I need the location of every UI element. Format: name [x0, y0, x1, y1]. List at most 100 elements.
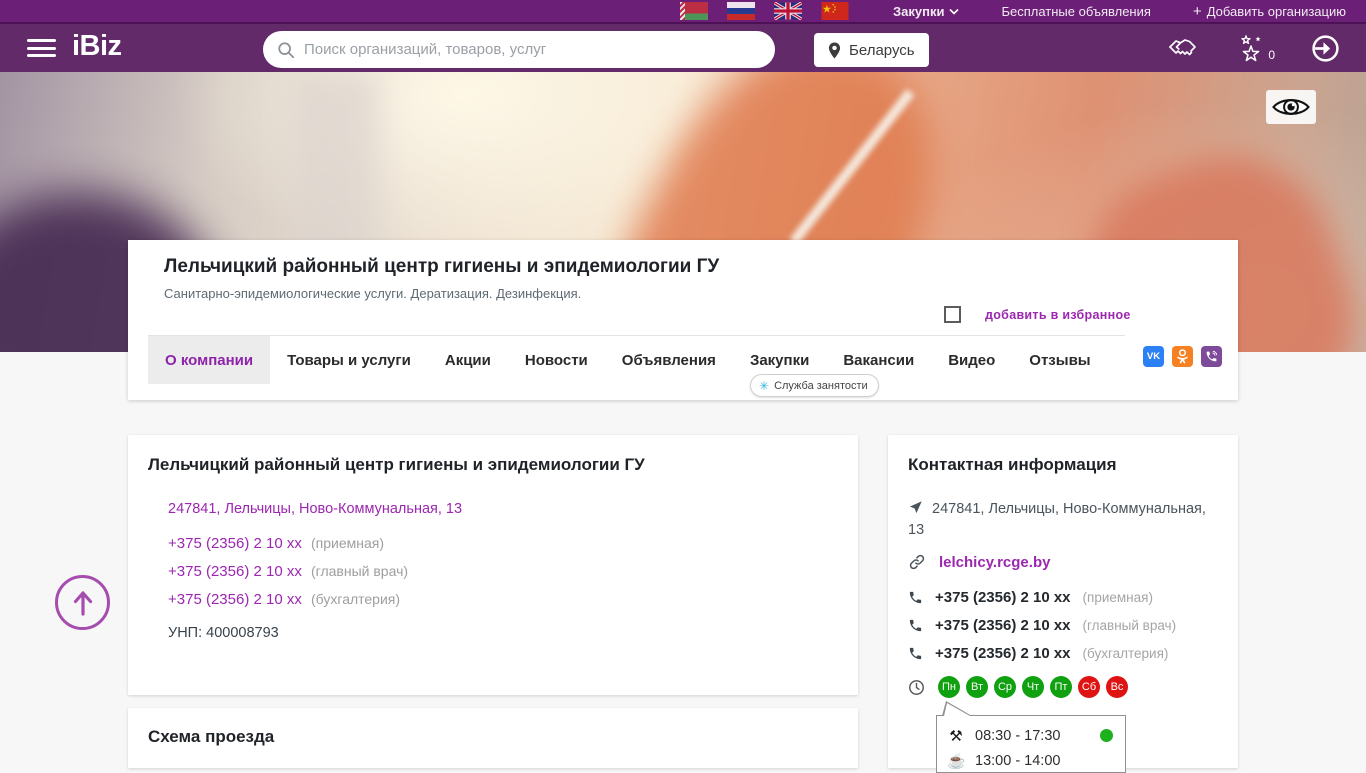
viber-icon[interactable]: [1201, 346, 1222, 367]
day-tuesday[interactable]: Вт: [966, 676, 988, 698]
vk-icon[interactable]: VK: [1143, 346, 1164, 367]
work-hours: 08:30 - 17:30: [975, 727, 1061, 744]
work-tools-icon: ⚒: [949, 727, 963, 745]
arrow-up-icon: [73, 590, 92, 616]
contact-info-card: Контактная информация 247841, Лельчицы, …: [888, 435, 1238, 773]
site-logo[interactable]: iBiz: [72, 30, 122, 63]
login-icon[interactable]: [1311, 34, 1340, 63]
tab-company[interactable]: О компании: [148, 336, 271, 384]
search-bar: [263, 31, 775, 68]
plus-icon: +: [1192, 2, 1202, 20]
phone-icon: [909, 591, 922, 604]
flag-belarus-icon[interactable]: [679, 2, 708, 20]
add-organization-label: Добавить организацию: [1206, 3, 1346, 19]
search-input[interactable]: [304, 41, 761, 58]
phone-link-chief-doctor[interactable]: +375 (2356) 2 10 xx: [168, 563, 302, 580]
phone-row: +375 (2356) 2 10 xx (приемная): [168, 535, 384, 552]
phone-link-accounting[interactable]: +375 (2356) 2 10 xx: [168, 591, 302, 608]
day-wednesday[interactable]: Ср: [994, 676, 1016, 698]
map-card-title: Схема проезда: [148, 727, 275, 746]
phone-note: (главный врач): [1082, 618, 1177, 633]
day-friday[interactable]: Пт: [1050, 676, 1072, 698]
unp-value: 400008793: [206, 625, 279, 641]
free-ads-link[interactable]: Бесплатные объявления: [1001, 4, 1150, 19]
schedule-tooltip: ⚒ 08:30 - 17:30 ☕ 13:00 - 14:00: [936, 701, 1126, 773]
day-monday[interactable]: Пн: [938, 676, 960, 698]
add-organization-link[interactable]: + Добавить организацию: [1193, 3, 1346, 20]
flag-russia-icon[interactable]: [726, 2, 755, 20]
phone-note: (приемная): [1082, 590, 1153, 605]
contact-card-title: Контактная информация: [908, 455, 1117, 474]
flag-china-icon[interactable]: [821, 2, 849, 20]
favorites-stars-icon[interactable]: 0: [1236, 34, 1275, 62]
views-eye-button[interactable]: [1266, 90, 1316, 124]
unp-number: УНП: 400008793: [168, 625, 279, 641]
language-flags: [679, 2, 849, 20]
company-address-link[interactable]: 247841, Лельчицы, Ново-Коммунальная, 13: [168, 501, 462, 517]
company-header-card: Лельчицкий районный центр гигиены и эпид…: [128, 240, 1238, 400]
break-hours: 13:00 - 14:00: [975, 752, 1061, 769]
contact-address: 247841, Лельчицы, Ново-Коммунальная, 13: [908, 499, 1216, 541]
website-link[interactable]: lelchicy.rcge.by: [939, 554, 1050, 571]
contact-phone-chief-doctor[interactable]: +375 (2356) 2 10 xx: [935, 617, 1071, 634]
contact-phone-row: +375 (2356) 2 10 xx (главный врач): [908, 617, 1176, 634]
phone-icon: [909, 619, 922, 632]
day-saturday[interactable]: Сб: [1078, 676, 1100, 698]
phone-link-reception[interactable]: +375 (2356) 2 10 xx: [168, 535, 302, 552]
tab-promotions[interactable]: Акции: [428, 336, 508, 384]
tab-products[interactable]: Товары и услуги: [270, 336, 428, 384]
link-icon: [909, 554, 925, 570]
tab-news[interactable]: Новости: [508, 336, 605, 384]
eye-icon: [1272, 99, 1310, 115]
tab-video[interactable]: Видео: [931, 336, 1012, 384]
open-status-dot: [1100, 729, 1113, 742]
contact-phone-reception[interactable]: +375 (2356) 2 10 xx: [935, 589, 1071, 606]
coffee-cup-icon: ☕: [947, 752, 966, 770]
favorite-label: добавить в избранное: [985, 307, 1131, 322]
day-thursday[interactable]: Чт: [1022, 676, 1044, 698]
add-to-favorites[interactable]: добавить в избранное: [944, 306, 1131, 323]
about-card: Лельчицкий районный центр гигиены и эпид…: [128, 435, 858, 695]
tab-reviews[interactable]: Отзывы: [1012, 336, 1107, 384]
contact-phone-row: +375 (2356) 2 10 xx (приемная): [908, 589, 1153, 606]
day-sunday[interactable]: Вс: [1106, 676, 1128, 698]
employment-asterisk-icon: ✳: [759, 378, 770, 393]
location-selector[interactable]: Беларусь: [814, 33, 929, 67]
company-subtitle: Санитарно-эпидемиологические услуги. Дер…: [164, 286, 582, 301]
top-bar: Закупки Бесплатные объявления + Добавить…: [0, 0, 1366, 24]
procurement-menu[interactable]: Закупки: [892, 3, 960, 19]
break-hours-row: ☕ 13:00 - 14:00: [947, 748, 1115, 773]
main-header: iBiz Беларусь 0: [0, 24, 1366, 72]
favorite-checkbox[interactable]: [944, 306, 961, 323]
phone-row: +375 (2356) 2 10 xx (бухгалтерия): [168, 591, 400, 608]
procurement-label: Закупки: [892, 3, 945, 19]
phone-note: (главный врач): [311, 563, 409, 579]
tab-announcements[interactable]: Объявления: [605, 336, 733, 384]
work-schedule: Пн Вт Ср Чт Пт Сб Вс: [908, 676, 1128, 698]
hamburger-menu-icon[interactable]: [27, 39, 56, 57]
map-card: Схема проезда: [128, 708, 858, 768]
odnoklassniki-icon[interactable]: [1172, 346, 1193, 367]
phone-note: (бухгалтерия): [311, 591, 401, 607]
map-pin-icon: [828, 42, 841, 58]
flag-uk-icon[interactable]: [773, 2, 802, 20]
work-hours-row: ⚒ 08:30 - 17:30: [947, 723, 1115, 748]
partners-handshake-icon[interactable]: [1168, 35, 1200, 61]
employment-service-badge[interactable]: ✳ Служба занятости: [750, 374, 879, 397]
search-icon: [278, 41, 295, 58]
phone-icon: [909, 647, 922, 660]
location-label: Беларусь: [849, 41, 915, 59]
about-card-title: Лельчицкий районный центр гигиены и эпид…: [148, 455, 645, 474]
phone-row: +375 (2356) 2 10 xx (главный врач): [168, 563, 408, 580]
contact-address-text: 247841, Лельчицы, Ново-Коммунальная, 13: [908, 501, 1206, 538]
company-tabs: О компании Товары и услуги Акции Новости…: [148, 336, 1108, 384]
favorites-count: 0: [1268, 48, 1275, 62]
unp-label: УНП:: [168, 625, 203, 641]
contact-phone-accounting[interactable]: +375 (2356) 2 10 xx: [935, 645, 1071, 662]
navigation-arrow-icon: [909, 501, 922, 514]
social-links: VK: [1143, 346, 1222, 367]
scroll-to-top-button[interactable]: [55, 575, 110, 630]
contact-phone-row: +375 (2356) 2 10 xx (бухгалтерия): [908, 645, 1168, 662]
chevron-down-icon: [949, 8, 960, 15]
phone-note: (приемная): [311, 535, 385, 551]
